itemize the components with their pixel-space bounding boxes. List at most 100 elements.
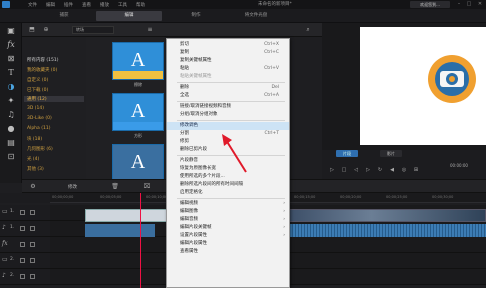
menu-help[interactable]: 帮助 (136, 2, 145, 8)
transition-thumbnail[interactable]: A (112, 93, 164, 131)
menu-play[interactable]: 播放 (100, 2, 109, 8)
menu-edit[interactable]: 编辑 (46, 2, 55, 8)
menu-item-delete[interactable]: 删除 Del (167, 84, 289, 92)
movie-mode-button[interactable]: 影片 (380, 150, 402, 157)
category-item[interactable]: 3D-Like (0) (27, 116, 52, 121)
track-lock-checkbox[interactable] (30, 210, 35, 215)
menu-item-cut[interactable]: 剪切 Ctrl+X (167, 41, 289, 49)
category-item[interactable]: Alpha (11) (27, 126, 50, 131)
menu-item-view-props[interactable]: 查看属性 (167, 248, 289, 256)
menu-item-group[interactable]: 分组/取消分组对象 (167, 111, 289, 119)
annotation-arrow (222, 134, 247, 173)
prev-frame-icon[interactable]: ◁ (352, 166, 360, 174)
category-item[interactable]: 所有内容 (151) (27, 57, 59, 63)
menu-file[interactable]: 文件 (28, 2, 37, 8)
close-icon[interactable]: ✕ (475, 0, 485, 9)
snapshot-icon[interactable]: ◎ (400, 166, 408, 174)
video-track-icon: ▭ (2, 256, 8, 263)
track-lock-checkbox[interactable] (30, 242, 35, 247)
category-item[interactable]: 已下载 (0) (27, 87, 48, 93)
pip-icon[interactable]: ◑ (4, 81, 18, 93)
delete-icon[interactable]: 🗑 (110, 183, 120, 191)
transition-thumbnail[interactable]: A (112, 144, 164, 182)
settings-icon[interactable]: ⚙ (28, 183, 38, 191)
menu-item-set-props[interactable]: 设置片段属性 › (167, 232, 289, 240)
track-enable-checkbox[interactable] (20, 258, 25, 263)
next-frame-icon[interactable]: ▷ (364, 166, 372, 174)
category-item[interactable]: 自定义 (0) (27, 77, 48, 83)
category-item-selected[interactable]: 通用 (12) (24, 96, 84, 102)
menu-item-link-av[interactable]: 链接/取消链接视频和音频 (167, 103, 289, 111)
menu-item-edit-props[interactable]: 编辑片段属性 (167, 240, 289, 248)
track-number: 1. (10, 209, 15, 214)
track-enable-checkbox[interactable] (20, 226, 25, 231)
thumbnail-label: 方形 (134, 133, 142, 138)
category-item[interactable]: 光 (4) (27, 156, 39, 162)
user-button[interactable]: 欢迎您到... (410, 1, 450, 8)
tab-edit[interactable]: 编辑 (96, 11, 162, 21)
menu-icon[interactable]: ≡ (146, 26, 154, 34)
ruler-tick: 00;00;30;00 (432, 195, 454, 199)
ruler-tick: 00;00;15;00 (294, 195, 316, 199)
ruler-tick: 00;00;25;00 (386, 195, 408, 199)
chapter-icon[interactable]: ▤ (4, 137, 18, 149)
import-icon[interactable]: ⬒ (28, 26, 36, 34)
menu-item-remove-gaps[interactable]: 删除所选片段间的所有时间间隔 (167, 181, 289, 189)
menu-item-paste[interactable]: 粘贴 Ctrl+V (167, 65, 289, 73)
play-icon[interactable]: ▷ (328, 166, 336, 174)
tab-disc[interactable]: 将文件光盘 (236, 11, 276, 21)
stop-icon[interactable]: □ (340, 166, 348, 174)
media-icon[interactable]: ▣ (4, 25, 18, 37)
category-item[interactable]: 其他 (3) (27, 166, 44, 172)
track-enable-checkbox[interactable] (20, 210, 25, 215)
menu-plugins[interactable]: 插件 (64, 2, 73, 8)
menu-item-modify-color[interactable]: 修改调色 (167, 122, 289, 130)
title-icon[interactable]: T (4, 67, 18, 79)
tab-capture[interactable]: 捕获 (46, 11, 82, 21)
track-enable-checkbox[interactable] (20, 274, 25, 279)
audio-waveform-clip[interactable] (290, 224, 486, 237)
menu-tools[interactable]: 工具 (118, 2, 127, 8)
library-dropdown[interactable]: 转场 (72, 26, 114, 34)
track-header: fx (0, 237, 50, 253)
menu-view[interactable]: 查看 (82, 2, 91, 8)
audio-icon[interactable]: ♫ (4, 109, 18, 121)
fullscreen-icon[interactable]: ⊞ (412, 166, 420, 174)
volume-icon[interactable]: ◀ (388, 166, 396, 174)
particle-icon[interactable]: ✦ (4, 95, 18, 107)
category-item[interactable]: 几何图形 (6) (27, 146, 53, 152)
track-lock-checkbox[interactable] (30, 258, 35, 263)
track-lock-checkbox[interactable] (30, 274, 35, 279)
tools-icon[interactable]: ⌧ (142, 183, 152, 191)
category-item[interactable]: 我的收藏夹 (0) (27, 67, 57, 73)
subtitle-icon[interactable]: ⊡ (4, 151, 18, 163)
tab-produce[interactable]: 制作 (178, 11, 214, 21)
menu-item-copy-keyframe[interactable]: 复制关键帧属性 (167, 57, 289, 65)
playhead[interactable] (140, 193, 141, 288)
menu-item-edit-keyframe[interactable]: 编辑片段关键帧 › (167, 224, 289, 232)
fx-icon[interactable]: fx (4, 39, 18, 51)
menu-item-select-all[interactable]: 全选 Ctrl+A (167, 92, 289, 100)
menu-item-copy[interactable]: 复制 Ctrl+C (167, 49, 289, 57)
search-icon[interactable]: ⌕ (304, 26, 312, 34)
maximize-icon[interactable]: □ (464, 0, 474, 9)
transition-icon[interactable]: ⊠ (4, 53, 18, 65)
menu-item-edit-video[interactable]: 编辑视频 › (167, 200, 289, 208)
menu-item-edit-audio[interactable]: 编辑音频 › (167, 216, 289, 224)
transition-thumbnail[interactable]: A (112, 42, 164, 80)
audio-clip[interactable] (85, 224, 155, 237)
category-item[interactable]: 3D (14) (27, 106, 44, 111)
voice-icon[interactable]: ● (4, 123, 18, 135)
track-enable-checkbox[interactable] (20, 242, 25, 247)
clip-mode-button[interactable]: 片段 (336, 150, 358, 157)
minimize-icon[interactable]: – (454, 0, 464, 9)
loop-icon[interactable]: ↻ (376, 166, 384, 174)
room-toolbar: ▣ fx ⊠ T ◑ ✦ ♫ ● ▤ ⊡ (0, 23, 22, 183)
category-item[interactable]: 块 (18) (27, 136, 42, 142)
menu-item-multi-clips[interactable]: 使用所选的多个片段... (167, 173, 289, 181)
menu-item-edit-image[interactable]: 编辑图像 › (167, 208, 289, 216)
track-lock-checkbox[interactable] (30, 226, 35, 231)
plugin-icon[interactable]: ⊕ (42, 26, 50, 34)
menu-item-freeze[interactable]: 启用定格化 (167, 189, 289, 197)
modify-label[interactable]: 修改 (68, 184, 77, 190)
